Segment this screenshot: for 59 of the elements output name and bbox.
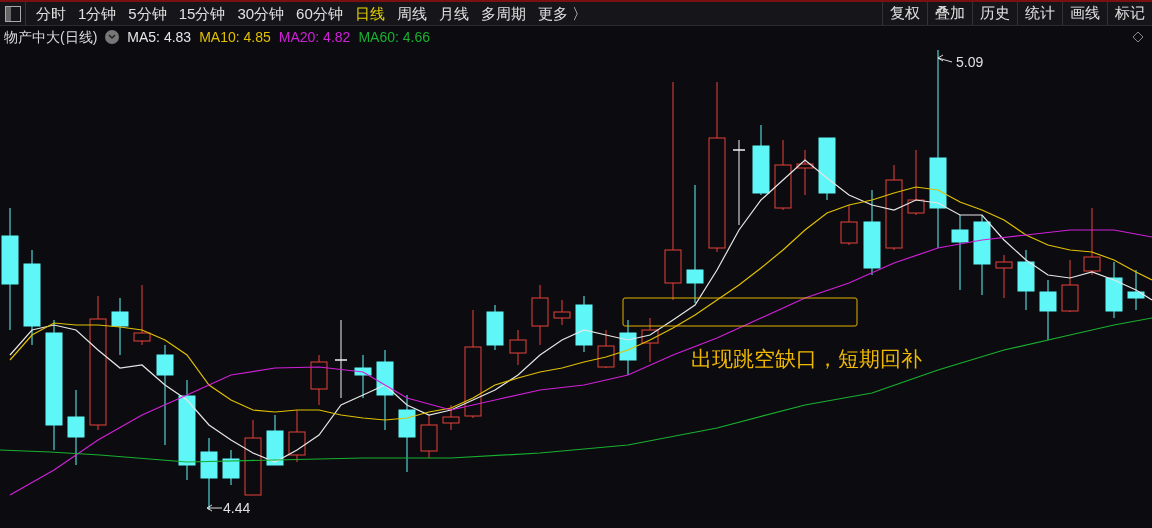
candlestick xyxy=(1105,261,1123,319)
candlestick xyxy=(553,299,571,326)
candlestick xyxy=(1127,269,1145,311)
low-price-label: 4.44 xyxy=(223,500,251,516)
period-tab[interactable]: 60分钟 xyxy=(296,6,343,21)
candlestick xyxy=(907,149,925,216)
candlestick xyxy=(1039,279,1057,341)
period-tab[interactable]: 日线 xyxy=(354,6,385,21)
period-tab[interactable]: 1分钟 xyxy=(78,6,117,21)
candlestick xyxy=(420,414,438,459)
tool-button[interactable]: 画线 xyxy=(1062,2,1107,25)
candlestick xyxy=(442,404,460,431)
candlestick xyxy=(597,329,615,369)
candlestick xyxy=(575,295,593,353)
candlestick xyxy=(288,409,306,463)
high-price-label: 5.09 xyxy=(956,54,984,70)
candlestick xyxy=(1017,249,1035,311)
candlestick xyxy=(796,149,814,196)
period-tab[interactable]: 分时 xyxy=(36,6,66,21)
tool-button[interactable]: 叠加 xyxy=(927,2,972,25)
dropdown-icon[interactable] xyxy=(105,30,120,44)
period-tab[interactable]: 30分钟 xyxy=(237,6,285,21)
moving-average-value: MA5: 4.83 xyxy=(127,27,192,47)
candlestick xyxy=(310,354,328,406)
candlestick xyxy=(1083,207,1101,276)
chart-annotation: 出现跳空缺口，短期回补 xyxy=(691,347,922,370)
tool-button[interactable]: 历史 xyxy=(972,2,1017,25)
tool-button[interactable]: 统计 xyxy=(1017,2,1062,25)
period-tab[interactable]: 多周期 xyxy=(480,6,526,21)
candlestick xyxy=(818,137,836,201)
period-tab[interactable]: 15分钟 xyxy=(178,6,226,21)
candlestick xyxy=(1061,259,1079,313)
candlestick xyxy=(222,449,240,486)
candlestick xyxy=(774,139,792,211)
moving-average-value: MA20: 4.82 xyxy=(278,27,351,47)
tool-button[interactable]: 标记 xyxy=(1107,2,1152,25)
candlestick xyxy=(995,254,1013,299)
candlestick xyxy=(840,204,858,246)
low-marker-arrow xyxy=(206,504,223,512)
candlestick xyxy=(531,284,549,346)
tool-button[interactable]: 复权 xyxy=(882,2,927,25)
candlestick xyxy=(509,329,527,366)
candlestick xyxy=(752,124,770,196)
diamond-icon[interactable] xyxy=(1132,31,1144,43)
candlestick xyxy=(354,354,372,399)
candlestick xyxy=(266,414,284,466)
period-tab[interactable]: 月线 xyxy=(438,6,469,21)
candlestick xyxy=(486,304,504,351)
moving-average-value: MA60: 4.66 xyxy=(358,27,430,47)
chart-title: 物产中大(日线) xyxy=(4,27,98,47)
high-marker-arrow xyxy=(937,54,953,63)
period-tab[interactable]: 周线 xyxy=(396,6,427,21)
moving-average-value: MA10: 4.85 xyxy=(199,27,271,47)
period-tab[interactable]: 更多 〉 xyxy=(537,6,587,21)
candlestick xyxy=(133,284,151,346)
period-tab[interactable]: 5分钟 xyxy=(128,6,167,21)
candlestick xyxy=(619,319,637,376)
candlestick xyxy=(111,297,129,356)
candlestick xyxy=(641,317,659,363)
